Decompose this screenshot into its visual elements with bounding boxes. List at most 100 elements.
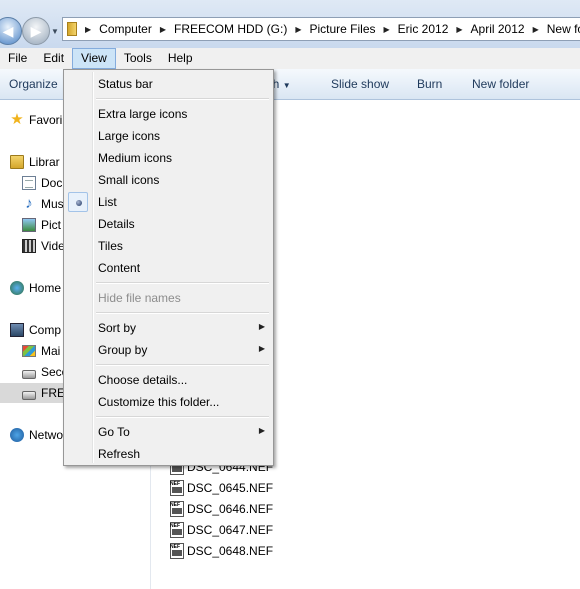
menu-item-medium-icons[interactable]: Medium icons — [66, 147, 271, 169]
nav-libraries[interactable]: Librar — [10, 152, 60, 172]
menu-file[interactable]: File — [0, 48, 35, 69]
crumb-picture-files[interactable]: Picture Files — [303, 22, 381, 36]
submenu-arrow-icon: ▶ — [258, 426, 265, 435]
nav-documents[interactable]: Docu — [22, 173, 69, 193]
chevron-right-icon[interactable]: ▶ — [83, 25, 93, 34]
nav-second-drive[interactable]: Seco — [22, 362, 68, 382]
menu-item-sort-by[interactable]: Sort by ▶ — [66, 317, 271, 339]
menu-item-customize-folder[interactable]: Customize this folder... — [66, 391, 271, 413]
documents-icon — [22, 176, 36, 190]
menu-item-content[interactable]: Content — [66, 257, 271, 279]
submenu-arrow-icon: ▶ — [258, 322, 265, 331]
crumb-computer[interactable]: Computer — [93, 22, 158, 36]
list-item[interactable]: DSC_0645.NEF — [170, 478, 273, 498]
menu-item-large-icons[interactable]: Large icons — [66, 125, 271, 147]
menu-help[interactable]: Help — [160, 48, 201, 69]
nav-videos[interactable]: Vide — [22, 236, 65, 256]
nav-music[interactable]: ♪ Musi — [22, 194, 66, 214]
recent-pages-dropdown[interactable]: ▼ — [51, 27, 59, 36]
nav-network-label: Netwo — [29, 428, 64, 442]
menu-separator — [96, 312, 269, 314]
menu-item-extra-large-icons[interactable]: Extra large icons — [66, 103, 271, 125]
nav-videos-label: Vide — [41, 239, 65, 253]
menu-item-label: Small icons — [98, 173, 160, 187]
pictures-icon — [22, 218, 36, 232]
nav-main-drive-label: Mai — [41, 344, 61, 358]
nef-file-icon — [170, 522, 184, 538]
drive-icon — [22, 390, 36, 400]
menu-item-list[interactable]: List — [66, 191, 271, 213]
burn-button[interactable]: Burn — [417, 77, 442, 91]
chevron-right-icon[interactable]: ▶ — [531, 25, 541, 34]
nav-homegroup-label: Home — [29, 281, 62, 295]
music-icon: ♪ — [25, 195, 33, 212]
crumb-new-folder[interactable]: New folder — [541, 22, 580, 36]
menu-item-label: Details — [98, 217, 135, 231]
drive-icon — [22, 369, 36, 379]
menu-item-label: Medium icons — [98, 151, 173, 165]
network-icon — [10, 428, 24, 442]
menu-item-label: Extra large icons — [98, 107, 188, 121]
menu-item-label: Choose details... — [98, 373, 188, 387]
slide-show-button[interactable]: Slide show — [331, 77, 389, 91]
radio-check — [68, 192, 88, 212]
menu-item-group-by[interactable]: Group by ▶ — [66, 339, 271, 361]
menu-separator — [96, 282, 269, 284]
list-item[interactable]: DSC_0648.NEF — [170, 541, 273, 561]
menu-item-label: Sort by — [98, 321, 137, 335]
forward-button[interactable]: ▶ — [22, 17, 50, 45]
library-icon — [10, 155, 24, 169]
menu-item-tiles[interactable]: Tiles — [66, 235, 271, 257]
crumb-eric-2012[interactable]: Eric 2012 — [392, 22, 455, 36]
back-arrow-icon: ◀ — [2, 23, 14, 39]
menu-separator — [96, 364, 269, 366]
back-button[interactable]: ◀ — [0, 17, 22, 45]
menu-item-choose-details[interactable]: Choose details... — [66, 369, 271, 391]
nav-favorites[interactable]: ★ Favori — [10, 110, 62, 130]
organize-button[interactable]: Organize — [9, 77, 58, 91]
file-name: DSC_0645.NEF — [187, 481, 274, 495]
menu-edit[interactable]: Edit — [35, 48, 72, 69]
menu-item-label: Group by — [98, 343, 148, 357]
nav-computer[interactable]: Comp — [10, 320, 61, 340]
menu-item-label: Large icons — [98, 129, 161, 143]
new-folder-button[interactable]: New folder — [472, 77, 529, 91]
chevron-right-icon[interactable]: ▶ — [158, 25, 168, 34]
menu-item-status-bar[interactable]: Status bar — [66, 73, 271, 95]
menu-item-label: Refresh — [98, 447, 141, 461]
menu-item-label: Customize this folder... — [98, 395, 220, 409]
breadcrumb[interactable]: ▶ Computer ▶ FREECOM HDD (G:) ▶ Picture … — [62, 17, 580, 41]
nav-pictures-label: Pict — [41, 218, 62, 232]
chevron-right-icon[interactable]: ▶ — [382, 25, 392, 34]
list-item[interactable]: DSC_0646.NEF — [170, 499, 273, 519]
star-icon: ★ — [10, 111, 24, 128]
menu-view[interactable]: View — [72, 48, 116, 69]
crumb-april-2012[interactable]: April 2012 — [465, 22, 531, 36]
menu-item-details[interactable]: Details — [66, 213, 271, 235]
menu-tools[interactable]: Tools — [116, 48, 160, 69]
submenu-arrow-icon: ▶ — [258, 344, 265, 353]
menu-item-label: Content — [98, 261, 141, 275]
menu-item-refresh[interactable]: Refresh — [66, 443, 271, 465]
nav-main-drive[interactable]: Mai — [22, 341, 60, 361]
file-name: DSC_0646.NEF — [187, 502, 274, 516]
file-name: DSC_0647.NEF — [187, 523, 274, 537]
computer-icon — [10, 323, 24, 337]
chevron-right-icon[interactable]: ▶ — [454, 25, 464, 34]
nav-homegroup[interactable]: Home — [10, 278, 61, 298]
menu-item-hide-file-names: Hide file names — [66, 287, 271, 309]
menu-item-label: Status bar — [98, 77, 153, 91]
nav-pictures[interactable]: Pict — [22, 215, 61, 235]
menu-item-label: Tiles — [98, 239, 123, 253]
menu-item-small-icons[interactable]: Small icons — [66, 169, 271, 191]
nav-libraries-label: Librar — [29, 155, 60, 169]
list-item[interactable]: DSC_0647.NEF — [170, 520, 273, 540]
crumb-freecom-hdd[interactable]: FREECOM HDD (G:) — [168, 22, 293, 36]
menu-item-go-to[interactable]: Go To ▶ — [66, 421, 271, 443]
chevron-right-icon[interactable]: ▶ — [293, 25, 303, 34]
menu-separator — [96, 416, 269, 418]
nav-network[interactable]: Netwo — [10, 425, 63, 445]
windows-drive-icon — [22, 345, 36, 357]
nef-file-icon — [170, 543, 184, 559]
forward-arrow-icon: ▶ — [30, 23, 42, 39]
